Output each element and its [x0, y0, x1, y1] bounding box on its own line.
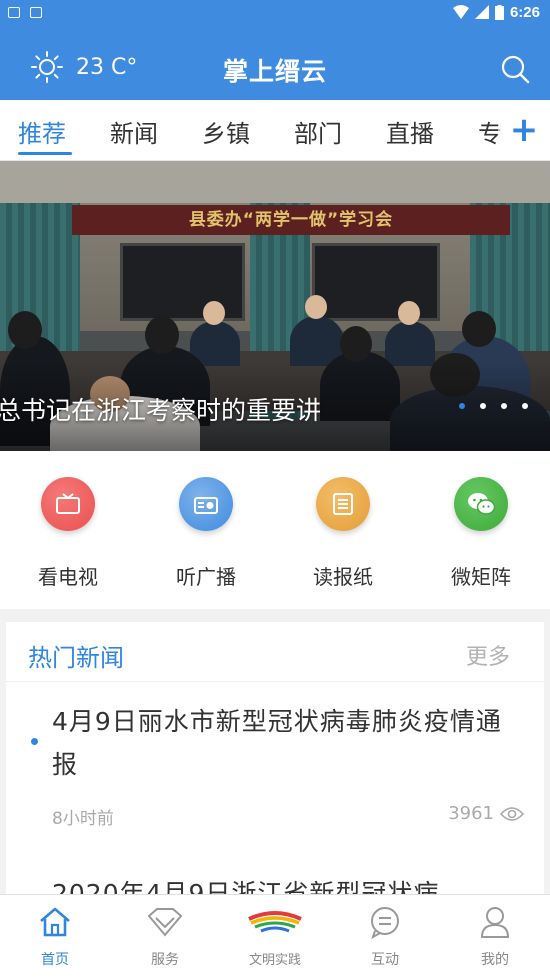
- search-icon: [501, 55, 530, 84]
- tab-towns[interactable]: 乡镇: [202, 114, 250, 149]
- weather-temperature: 23 C°: [76, 54, 138, 80]
- more-link[interactable]: 更多: [466, 639, 510, 671]
- news-title: 4月9日丽水市新型冠状病毒肺炎疫情通报: [52, 707, 502, 779]
- tab-recommend[interactable]: 推荐: [18, 114, 66, 149]
- quick-links: 看电视 听广播 读报纸 微矩阵: [0, 451, 550, 609]
- hot-news-header: 热门新闻 更多: [6, 622, 544, 682]
- quick-link-radio[interactable]: 听广播: [151, 477, 261, 590]
- bottom-tab-bar: 首页 服务 文明实践 互动 我的: [0, 894, 550, 978]
- quick-link-label: 微矩阵: [451, 565, 511, 589]
- app-notification-icon: [30, 6, 42, 18]
- radio-icon: [179, 477, 233, 531]
- carousel-dot[interactable]: [522, 403, 528, 409]
- sun-icon: [31, 51, 63, 83]
- banner-screen-right: [312, 243, 440, 321]
- user-icon: [480, 907, 510, 938]
- chat-icon: [371, 907, 399, 939]
- banner-screen-left: [120, 243, 245, 321]
- tab-home[interactable]: 首页: [0, 903, 110, 969]
- hot-news-card: 热门新闻 更多 4月9日丽水市新型冠状病毒肺炎疫情通报 8小时前 3961 20…: [6, 622, 544, 908]
- quick-link-newspaper[interactable]: 读报纸: [288, 477, 398, 590]
- wifi-icon: [452, 5, 469, 19]
- weather-widget[interactable]: 23 C°: [30, 50, 137, 84]
- carousel-dot[interactable]: [501, 403, 507, 409]
- wechat-icon: [454, 477, 508, 531]
- diamond-icon: [147, 908, 183, 937]
- tab-departments[interactable]: 部门: [294, 114, 342, 149]
- unread-dot: [31, 738, 38, 745]
- status-time: 6:26: [509, 3, 540, 21]
- message-notification-icon: [8, 6, 20, 18]
- tab-label: 我的: [481, 952, 509, 968]
- quick-link-wechat[interactable]: 微矩阵: [426, 477, 536, 590]
- tab-live[interactable]: 直播: [386, 114, 434, 149]
- news-item[interactable]: 4月9日丽水市新型冠状病毒肺炎疫情通报 8小时前 3961: [6, 692, 544, 862]
- quick-link-label: 看电视: [38, 565, 98, 589]
- civilization-logo-icon: [248, 911, 302, 933]
- banner-sign: 县委办“两学一做”学习会: [72, 205, 510, 235]
- search-button[interactable]: [500, 54, 530, 84]
- tab-news[interactable]: 新闻: [110, 114, 158, 149]
- tv-icon: [41, 477, 95, 531]
- carousel-dot[interactable]: [459, 403, 465, 409]
- tab-mine[interactable]: 我的: [440, 903, 550, 969]
- plus-icon: +: [509, 110, 539, 150]
- tab-label: 服务: [151, 952, 179, 968]
- tab-service[interactable]: 服务: [110, 903, 220, 969]
- news-time: 8小时前: [52, 809, 114, 829]
- tab-label: 文明实践: [248, 953, 301, 968]
- quick-link-label: 听广播: [176, 565, 236, 589]
- home-icon: [40, 907, 70, 937]
- view-count: 3961: [448, 803, 494, 824]
- category-tabs: 推荐 新闻 乡镇 部门 直播 专 +: [0, 100, 550, 161]
- active-tab-indicator: [18, 152, 72, 155]
- status-bar: 6:26: [0, 0, 550, 24]
- battery-icon: [494, 4, 504, 20]
- tab-interaction[interactable]: 互动: [330, 903, 440, 969]
- tab-civilization-practice[interactable]: 文明实践: [220, 903, 330, 968]
- hot-news-title: 热门新闻: [28, 644, 124, 672]
- news-views: 3961: [448, 803, 524, 824]
- carousel-indicator: [459, 403, 528, 409]
- newspaper-icon: [316, 477, 370, 531]
- banner-carousel[interactable]: 县委办“两学一做”学习会 总书记在浙江考察时的重要讲: [0, 161, 550, 451]
- quick-link-label: 读报纸: [313, 565, 373, 589]
- signal-icon: [474, 5, 489, 19]
- carousel-dot[interactable]: [480, 403, 486, 409]
- add-tab-button[interactable]: +: [498, 100, 550, 160]
- quick-link-tv[interactable]: 看电视: [13, 477, 123, 590]
- tab-label: 互动: [371, 952, 399, 968]
- eye-icon: [500, 806, 524, 821]
- notification-icons: [8, 6, 42, 18]
- app-header: 23 C° 掌上缙云: [0, 24, 550, 100]
- banner-caption: 总书记在浙江考察时的重要讲: [0, 396, 322, 425]
- tab-label: 首页: [41, 952, 69, 968]
